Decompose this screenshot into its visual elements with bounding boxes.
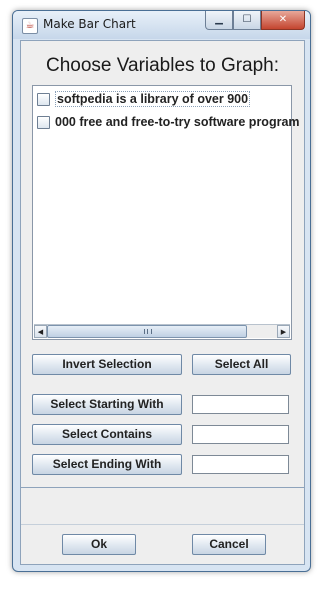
select-starting-with-button[interactable]: Select Starting With [32, 394, 182, 415]
variable-label: 000 free and free-to-try software progra… [55, 115, 300, 129]
variable-checkbox[interactable] [37, 92, 50, 106]
page-title: Choose Variables to Graph: [45, 55, 280, 76]
variable-label: softpedia is a library of over 900 [55, 91, 251, 107]
cancel-button[interactable]: Cancel [192, 534, 266, 555]
select-ending-with-button[interactable]: Select Ending With [32, 454, 182, 475]
select-all-button[interactable]: Select All [192, 354, 291, 375]
divider [21, 524, 304, 525]
java-cup-icon: ☕ [22, 18, 38, 34]
minimize-button[interactable]: ▁ [205, 11, 233, 30]
caption-buttons: ▁ ☐ ✕ [205, 11, 305, 30]
title-bar[interactable]: ☕ Make Bar Chart ▁ ☐ ✕ [13, 11, 310, 39]
list-item[interactable]: softpedia is a library of over 900 [37, 89, 251, 109]
select-contains-button[interactable]: Select Contains [32, 424, 182, 445]
grip-icon [144, 329, 152, 334]
ending-with-field[interactable] [192, 455, 289, 474]
variable-checkbox[interactable] [37, 115, 50, 129]
scroll-right-icon[interactable]: ▶ [277, 325, 290, 338]
horizontal-scrollbar[interactable]: ◀ ▶ [34, 324, 290, 338]
dialog-content: Choose Variables to Graph: softpedia is … [20, 40, 305, 565]
close-button[interactable]: ✕ [261, 11, 305, 30]
list-item[interactable]: 000 free and free-to-try software progra… [37, 112, 300, 132]
scroll-thumb[interactable] [47, 325, 247, 338]
invert-selection-button[interactable]: Invert Selection [32, 354, 182, 375]
ok-button[interactable]: Ok [62, 534, 136, 555]
starting-with-field[interactable] [192, 395, 289, 414]
window-title: Make Bar Chart [43, 17, 136, 31]
maximize-button[interactable]: ☐ [233, 11, 261, 30]
dialog-window: ☕ Make Bar Chart ▁ ☐ ✕ Choose Variables … [12, 10, 311, 572]
variable-list[interactable]: softpedia is a library of over 900 000 f… [32, 85, 300, 340]
scroll-left-icon[interactable]: ◀ [34, 325, 47, 338]
contains-field[interactable] [192, 425, 289, 444]
divider [21, 487, 304, 488]
